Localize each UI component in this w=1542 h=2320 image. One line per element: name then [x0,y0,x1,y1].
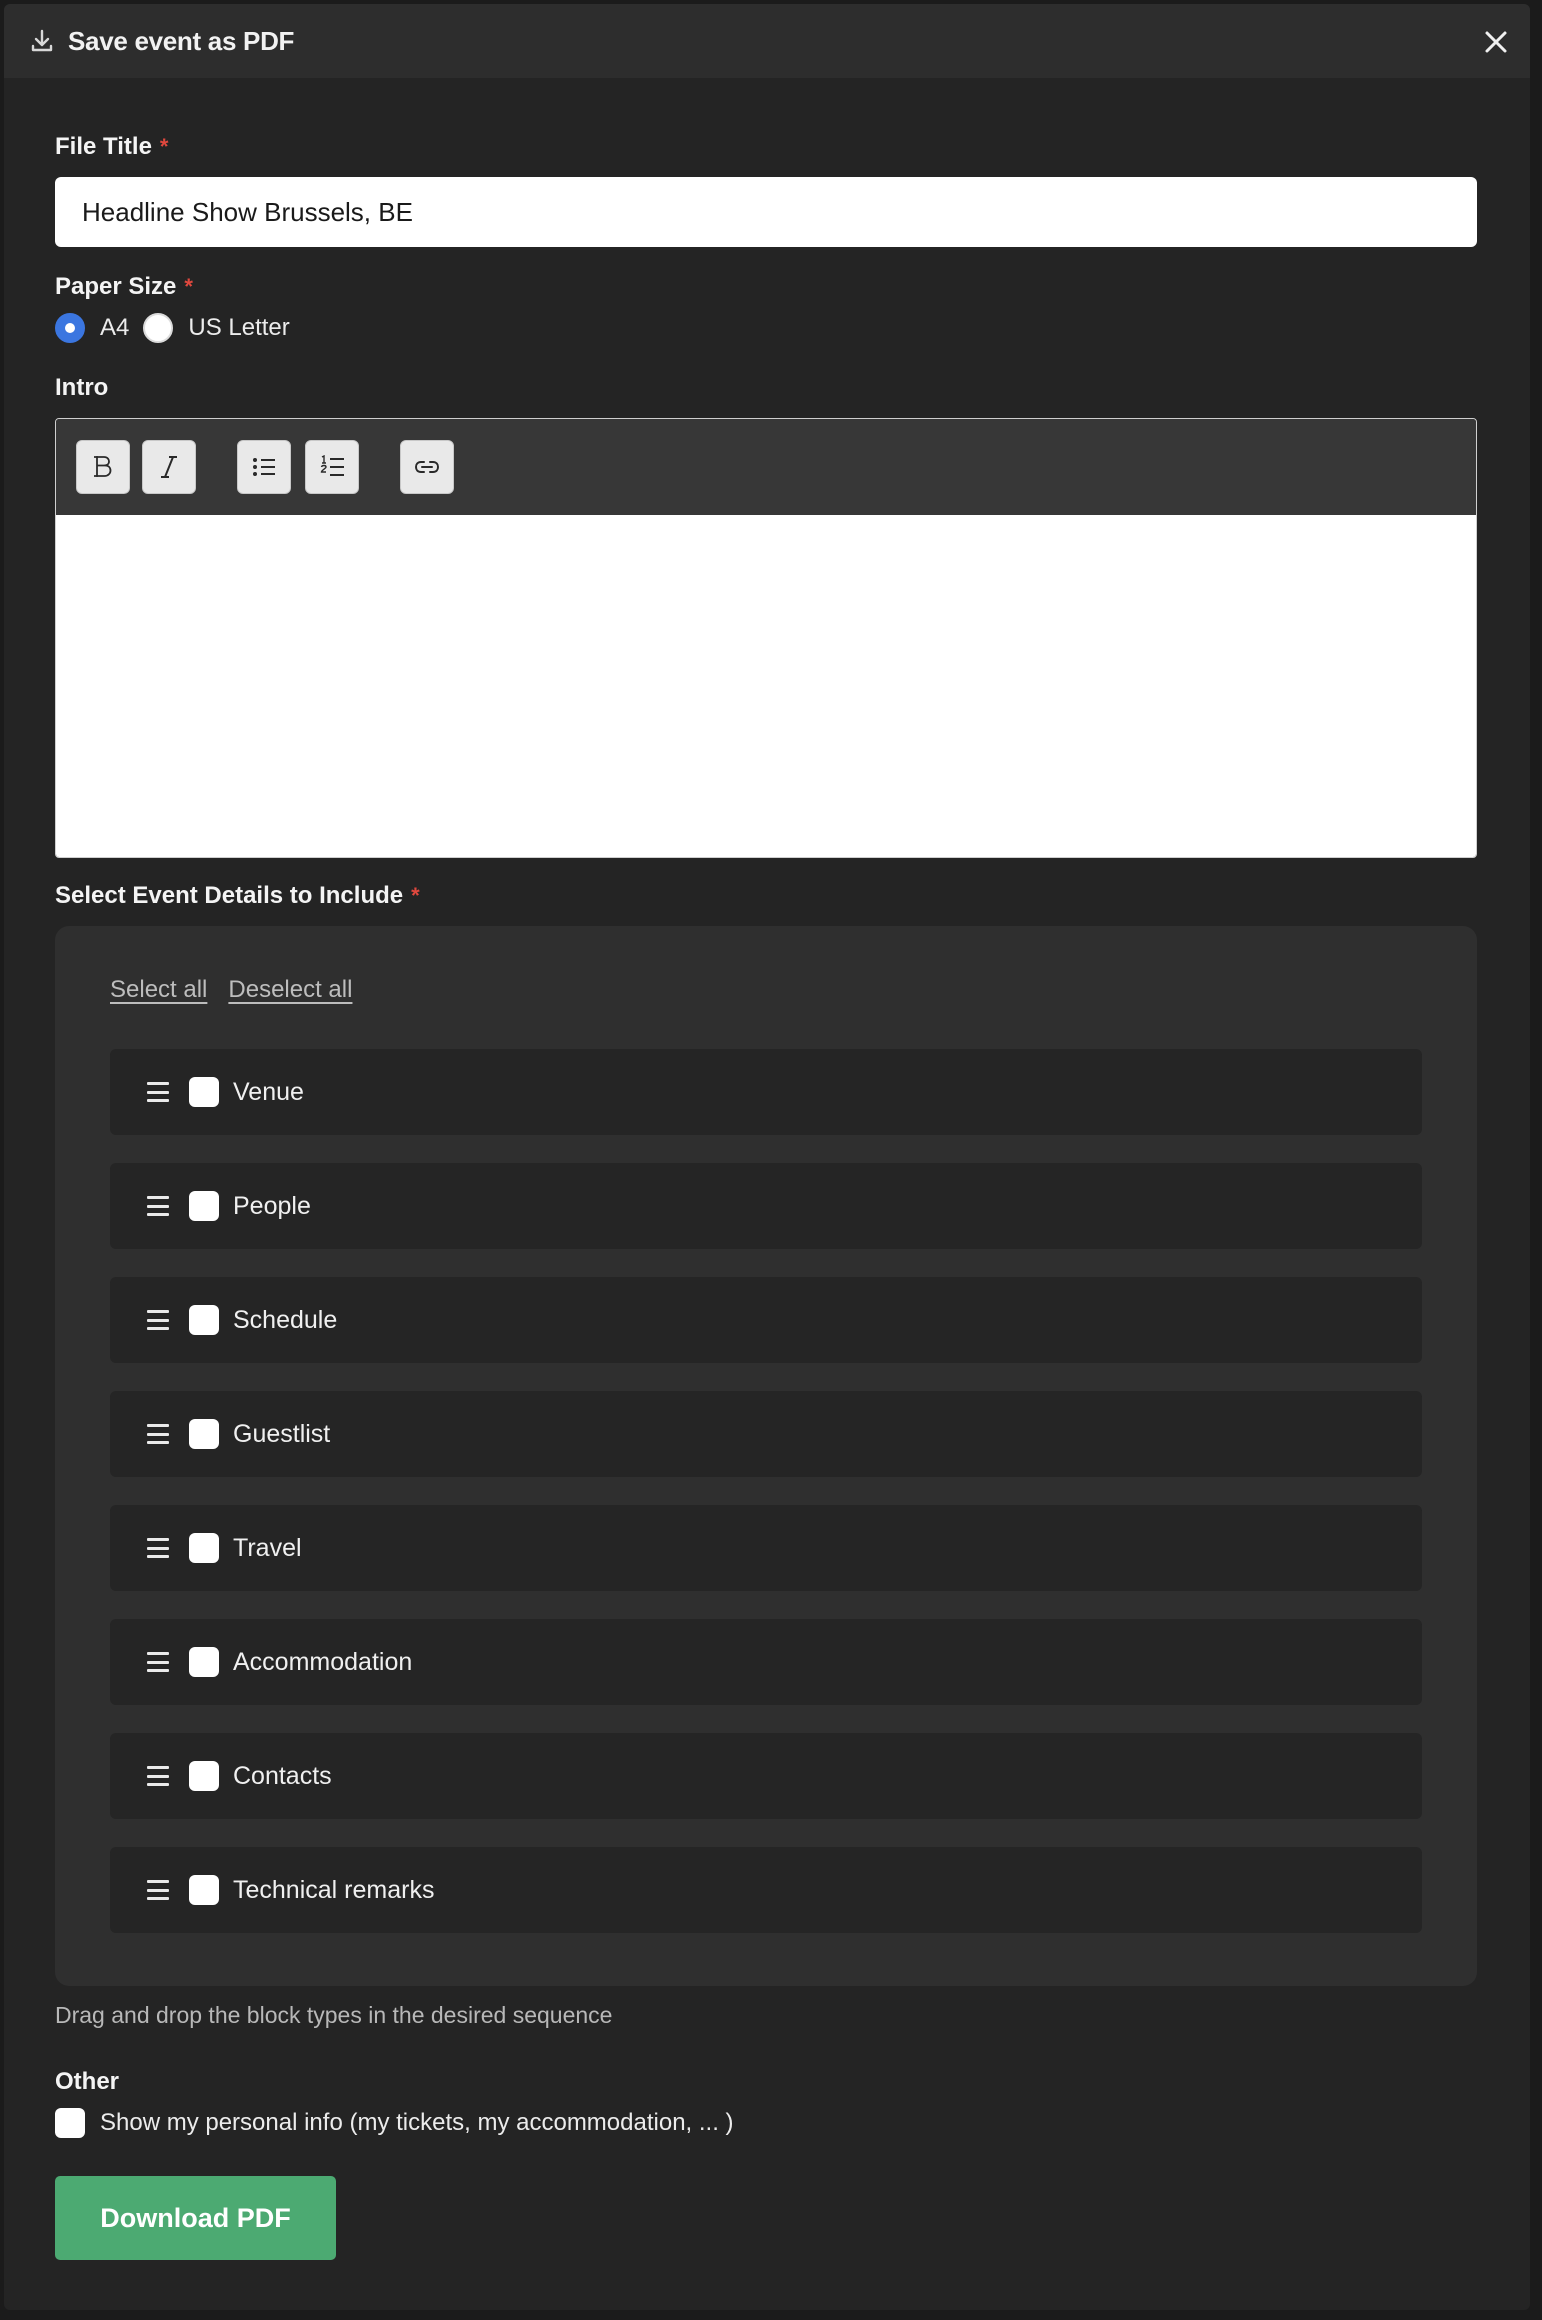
checkbox-people[interactable] [189,1191,219,1221]
detail-block-label: Guestlist [233,1419,331,1448]
checkbox-contacts[interactable] [189,1761,219,1791]
detail-block-label: Schedule [233,1305,338,1334]
detail-block-venue[interactable]: Venue [110,1049,1422,1135]
other-text: Other [55,2068,120,2095]
checkbox-technical-remarks[interactable] [189,1875,219,1905]
radio-a4[interactable] [55,313,85,343]
drag-handle-icon[interactable] [147,1880,169,1900]
intro-text: Intro [55,374,109,401]
checkbox-travel[interactable] [189,1533,219,1563]
paper-size-label: Paper Size * [55,273,193,301]
drag-handle-icon[interactable] [147,1196,169,1216]
paper-size-text: Paper Size [55,273,177,300]
required-mark: * [184,274,193,299]
radio-a4-label[interactable]: A4 [100,314,129,342]
drag-drop-hint: Drag and drop the block types in the des… [55,2002,613,2028]
event-details-label: Select Event Details to Include * [55,882,420,910]
detail-block-label: Contacts [233,1761,332,1790]
download-icon [28,27,56,55]
italic-icon[interactable] [142,440,196,494]
drag-handle-icon[interactable] [147,1310,169,1330]
detail-blocks-list: Venue People Schedule Guestlist Travel A… [110,1049,1422,1961]
other-label: Other [55,2068,119,2096]
modal-header: Save event as PDF [4,4,1530,78]
intro-text-area[interactable] [56,515,1476,857]
detail-block-accommodation[interactable]: Accommodation [110,1619,1422,1705]
personal-info-label[interactable]: Show my personal info (my tickets, my ac… [100,2109,734,2137]
detail-block-technical-remarks[interactable]: Technical remarks [110,1847,1422,1933]
selection-links: Select all Deselect all [110,976,373,1004]
detail-block-label: People [233,1191,311,1220]
file-title-input[interactable]: Headline Show Brussels, BE [55,177,1477,247]
save-pdf-modal: Save event as PDF File Title * Headline … [4,4,1530,2310]
drag-handle-icon[interactable] [147,1082,169,1102]
download-pdf-button[interactable]: Download PDF [55,2176,336,2260]
detail-block-travel[interactable]: Travel [110,1505,1422,1591]
detail-block-label: Technical remarks [233,1875,435,1904]
bulleted-list-icon[interactable] [237,440,291,494]
personal-info-option: Show my personal info (my tickets, my ac… [55,2108,734,2138]
drag-handle-icon[interactable] [147,1766,169,1786]
file-title-value: Headline Show Brussels, BE [82,196,413,227]
numbered-list-icon[interactable] [305,440,359,494]
drag-handle-icon[interactable] [147,1538,169,1558]
checkbox-accommodation[interactable] [189,1647,219,1677]
deselect-all-link[interactable]: Deselect all [228,976,352,1004]
file-title-text: File Title [55,133,152,160]
link-icon[interactable] [400,440,454,494]
radio-us-letter[interactable] [143,313,174,343]
intro-editor [55,418,1477,858]
event-details-panel: Select all Deselect all Venue People Sch… [55,926,1477,1986]
drag-handle-icon[interactable] [147,1652,169,1672]
paper-size-options: A4 US Letter [55,313,304,343]
checkbox-venue[interactable] [189,1077,219,1107]
checkbox-guestlist[interactable] [189,1419,219,1449]
radio-us-letter-label[interactable]: US Letter [188,314,289,342]
required-mark: * [159,134,169,159]
required-mark: * [411,883,420,908]
close-icon[interactable] [1476,22,1516,62]
detail-block-label: Venue [233,1077,304,1106]
editor-toolbar [56,419,1476,515]
personal-info-checkbox[interactable] [55,2108,85,2138]
detail-block-contacts[interactable]: Contacts [110,1733,1422,1819]
event-details-text: Select Event Details to Include [55,882,404,909]
select-all-link[interactable]: Select all [110,976,207,1004]
detail-block-people[interactable]: People [110,1163,1422,1249]
checkbox-schedule[interactable] [189,1305,219,1335]
detail-block-guestlist[interactable]: Guestlist [110,1391,1422,1477]
detail-block-label: Accommodation [233,1647,413,1676]
detail-block-schedule[interactable]: Schedule [110,1277,1422,1363]
bold-icon[interactable] [76,440,130,494]
intro-label: Intro [55,374,108,402]
detail-block-label: Travel [233,1533,302,1562]
file-title-label: File Title * [55,133,168,161]
drag-handle-icon[interactable] [147,1424,169,1444]
modal-title: Save event as PDF [68,25,295,56]
